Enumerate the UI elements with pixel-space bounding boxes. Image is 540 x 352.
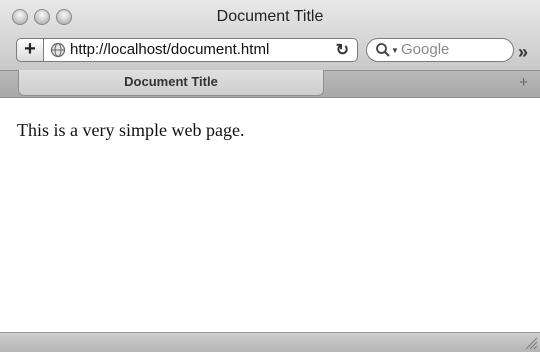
- tab-document-title[interactable]: Document Title: [18, 70, 324, 96]
- search-menu-caret-icon[interactable]: ▼: [391, 46, 399, 55]
- toolbar: + http://localhost/document.html ↻ ▼ Goo…: [0, 34, 540, 68]
- new-tab-icon[interactable]: +: [519, 74, 528, 91]
- magnifier-icon: [376, 43, 390, 57]
- tab-bar: Document Title +: [0, 70, 540, 98]
- status-bar: [0, 332, 540, 352]
- address-text[interactable]: http://localhost/document.html: [70, 41, 269, 58]
- search-field[interactable]: ▼ Google: [366, 38, 514, 62]
- add-bookmark-button[interactable]: +: [16, 38, 44, 62]
- address-field[interactable]: http://localhost/document.html ↻: [44, 38, 358, 62]
- window-title: Document Title: [216, 8, 324, 25]
- page-content: This is a very simple web page.: [0, 98, 540, 332]
- reload-icon[interactable]: ↻: [336, 40, 349, 60]
- page-body-text: This is a very simple web page.: [17, 120, 245, 140]
- search-placeholder[interactable]: Google: [401, 41, 449, 58]
- title-bar[interactable]: Document Title: [0, 0, 540, 32]
- globe-icon: [50, 42, 66, 58]
- resize-grip-icon[interactable]: [524, 336, 538, 350]
- browser-window: Document Title + http://localhost/docume…: [0, 0, 540, 352]
- chevron-double-right-icon[interactable]: »: [518, 42, 528, 63]
- tab-label: Document Title: [124, 74, 218, 89]
